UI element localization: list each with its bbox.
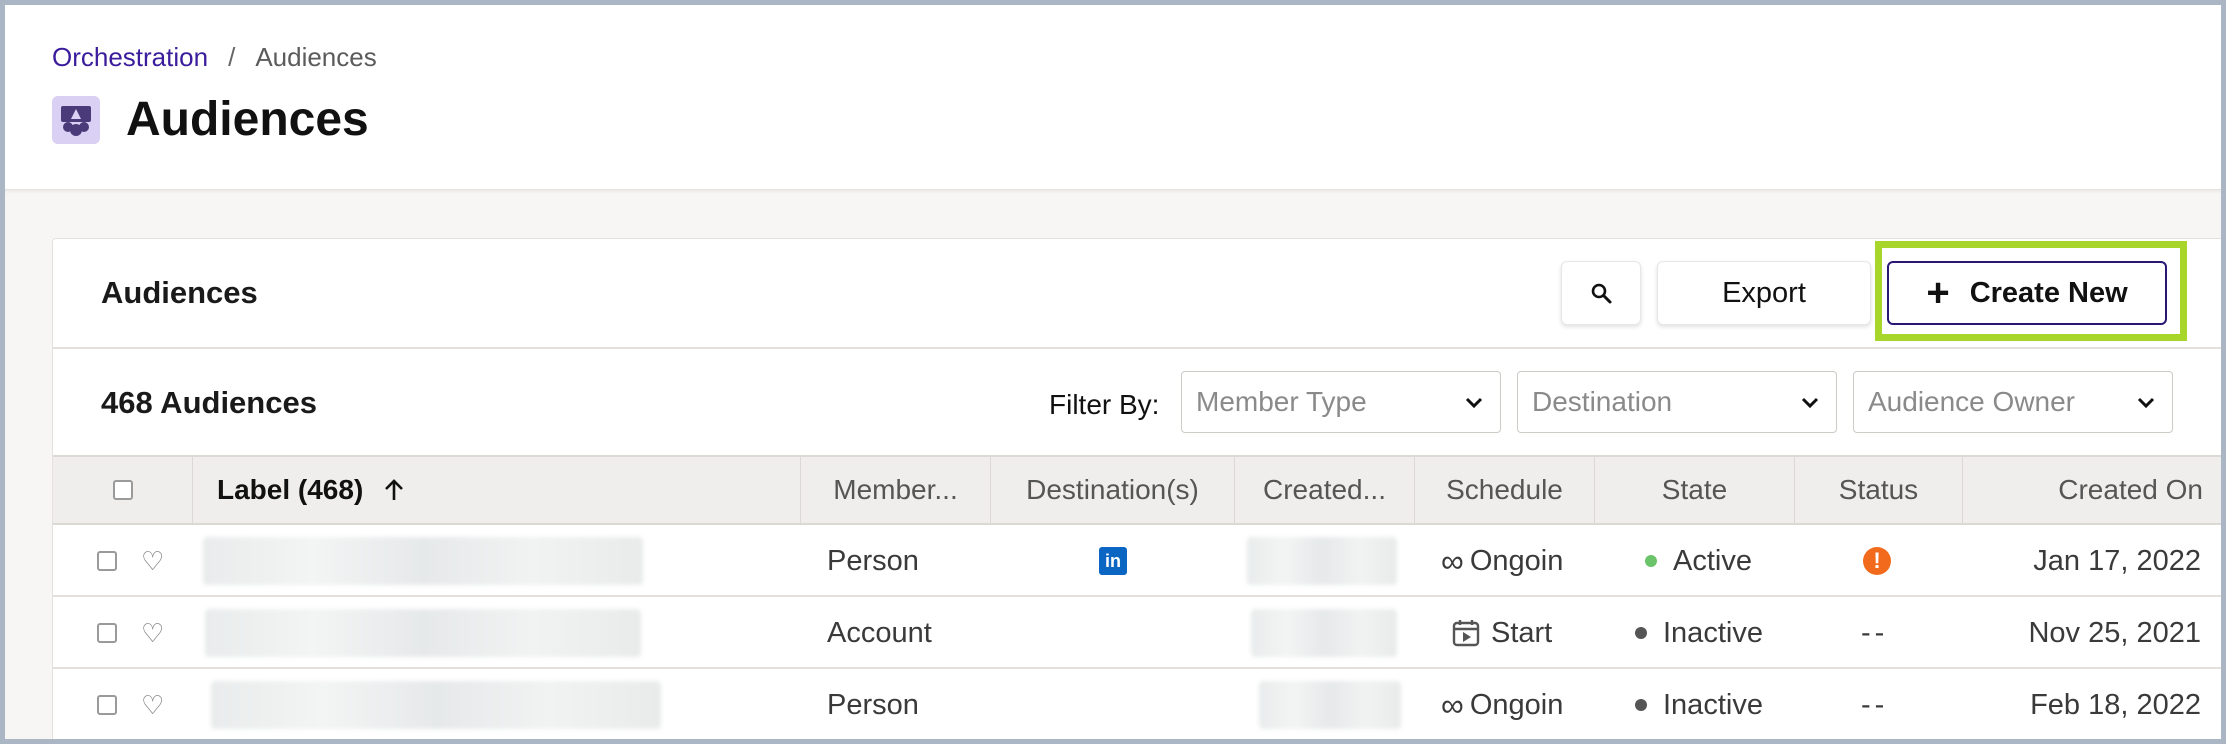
label-cell[interactable] (203, 527, 643, 595)
column-status[interactable]: Status (1795, 457, 1963, 523)
redacted-created-by (1251, 609, 1397, 657)
infinity-icon: ∞ (1441, 542, 1464, 579)
table-header: Label (468) Member... Destination(s) Cre… (53, 455, 2225, 525)
search-button[interactable] (1561, 261, 1641, 325)
filter-row: 468 Audiences Filter By: Member Type Des… (53, 351, 2225, 459)
member-type-placeholder: Member Type (1196, 386, 1367, 417)
schedule-text: Start (1491, 616, 1553, 649)
label-cell[interactable] (205, 599, 641, 667)
audiences-card: Audiences Export + Create New 468 Audien… (52, 238, 2226, 744)
state-dot (1635, 699, 1647, 711)
column-created-by[interactable]: Created... (1235, 457, 1415, 523)
member-type-cell: Person (827, 688, 919, 721)
linkedin-icon: in (1099, 547, 1127, 575)
infinity-icon: ∞ (1441, 686, 1464, 723)
column-created-on[interactable]: Created On (1963, 457, 2225, 523)
created-by-cell (1247, 527, 1397, 595)
destination-placeholder: Destination (1532, 386, 1673, 417)
state-cell: Inactive (1635, 599, 1763, 667)
column-member-type[interactable]: Member... (801, 457, 991, 523)
column-state[interactable]: State (1595, 457, 1795, 523)
table-row[interactable]: ♡ Account Start Inactive -- Nov 25, 2021 (53, 599, 2225, 669)
label-cell[interactable] (211, 671, 661, 739)
redacted-label (211, 681, 661, 729)
audience-count: 468 Audiences (101, 385, 317, 420)
state-cell: Active (1645, 527, 1752, 595)
schedule-text: Ongoin (1469, 544, 1564, 577)
plus-icon: + (1926, 271, 1950, 315)
redacted-label (203, 537, 643, 585)
title-row: Audiences (52, 92, 369, 147)
calendar-icon (1452, 620, 1480, 647)
state-cell: Inactive (1635, 671, 1763, 739)
audiences-icon (52, 95, 100, 144)
schedule-cell: Start (1451, 599, 1552, 667)
row-checkbox-cell (97, 599, 117, 667)
column-label[interactable]: Label (468) (193, 457, 801, 523)
created-by-cell (1251, 599, 1397, 667)
created-on-cell: Nov 25, 2021 (2028, 616, 2201, 649)
create-new-button[interactable]: + Create New (1887, 261, 2167, 325)
audience-owner-placeholder: Audience Owner (1868, 386, 2076, 417)
state-dot (1645, 555, 1657, 567)
table-row[interactable]: ♡ Person in ∞ Ongoin Active ! Jan 17, 20… (53, 527, 2225, 597)
row-checkbox[interactable] (97, 551, 117, 571)
destination-cell: in (1099, 527, 1127, 595)
member-type-cell: Person (827, 544, 919, 577)
row-checkbox-cell (97, 527, 117, 595)
breadcrumb-orchestration-link[interactable]: Orchestration (52, 42, 208, 73)
status-cell: -- (1861, 616, 1889, 649)
heart-icon[interactable]: ♡ (141, 599, 164, 667)
row-checkbox[interactable] (97, 623, 117, 643)
select-all-checkbox[interactable] (112, 480, 133, 500)
card-title: Audiences (101, 275, 258, 310)
page-header: Orchestration / Audiences Audiences (0, 0, 2226, 190)
audience-owner-select[interactable]: Audience Owner (1853, 371, 2173, 433)
column-destinations[interactable]: Destination(s) (991, 457, 1235, 523)
destination-select[interactable]: Destination (1517, 371, 1837, 433)
state-text: Active (1673, 544, 1752, 577)
breadcrumb-separator: / (228, 42, 236, 72)
warning-icon[interactable]: ! (1863, 547, 1891, 575)
row-checkbox-cell (97, 671, 117, 739)
heart-icon[interactable]: ♡ (141, 527, 164, 595)
schedule-cell: ∞ Ongoin (1441, 671, 1563, 739)
create-new-label: Create New (1969, 276, 2128, 309)
page-title: Audiences (126, 93, 369, 146)
state-dot (1635, 627, 1647, 639)
sort-ascending-icon[interactable] (383, 478, 405, 502)
breadcrumb: Orchestration / Audiences (52, 42, 377, 73)
filter-by-label: Filter By: (1049, 389, 1160, 420)
heart-icon[interactable]: ♡ (141, 671, 164, 739)
status-cell: -- (1861, 688, 1889, 721)
member-type-cell: Account (827, 616, 932, 649)
state-text: Inactive (1663, 616, 1763, 649)
row-checkbox[interactable] (97, 695, 117, 715)
created-on-cell: Jan 17, 2022 (2033, 544, 2201, 577)
table-row[interactable]: ♡ Person ∞ Ongoin Inactive -- Feb 18, 20… (53, 671, 2225, 741)
chevron-down-icon (1465, 397, 1483, 409)
redacted-label (205, 609, 641, 657)
redacted-created-by (1259, 681, 1401, 729)
card-header: Audiences Export + Create New (53, 239, 2225, 349)
schedule-text: Ongoin (1469, 688, 1564, 721)
search-icon (1591, 283, 1612, 304)
schedule-cell: ∞ Ongoin (1441, 527, 1563, 595)
chevron-down-icon (2137, 397, 2155, 409)
export-button[interactable]: Export (1657, 261, 1871, 325)
column-schedule[interactable]: Schedule (1415, 457, 1595, 523)
breadcrumb-current: Audiences (255, 42, 377, 72)
select-all-cell (53, 457, 193, 523)
created-on-cell: Feb 18, 2022 (2030, 688, 2201, 721)
chevron-down-icon (1801, 397, 1819, 409)
status-cell: ! (1863, 527, 1891, 595)
state-text: Inactive (1663, 688, 1763, 721)
created-by-cell (1259, 671, 1401, 739)
redacted-created-by (1247, 537, 1397, 585)
member-type-select[interactable]: Member Type (1181, 371, 1501, 433)
column-label-text: Label (468) (217, 474, 364, 505)
